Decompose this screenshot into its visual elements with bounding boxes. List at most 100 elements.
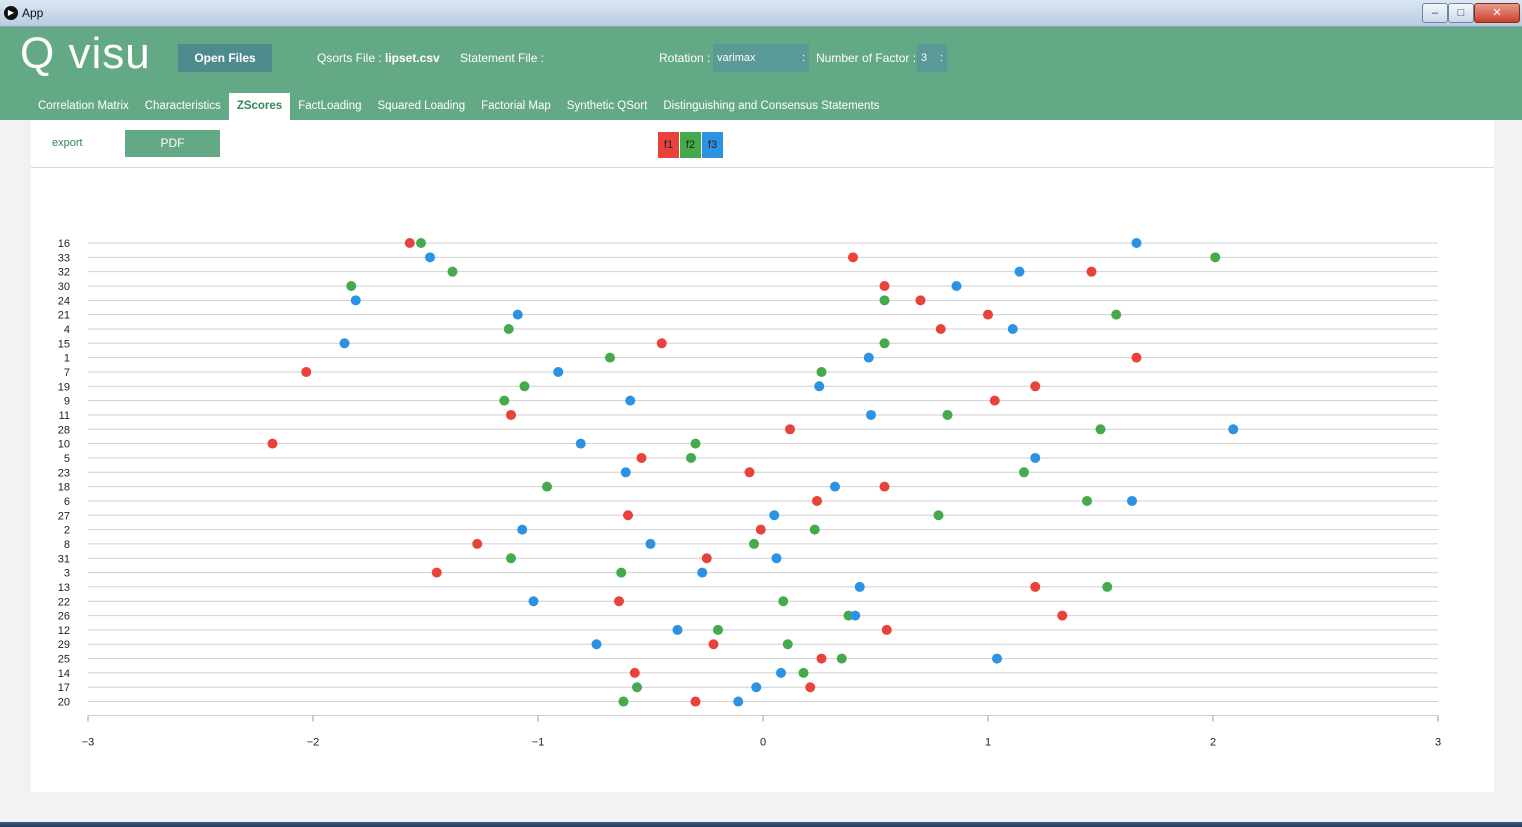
point-f1-10[interactable] bbox=[267, 438, 278, 449]
point-f2-32[interactable] bbox=[447, 266, 458, 277]
point-f2-3[interactable] bbox=[616, 567, 627, 578]
tab-synthetic-qsort[interactable]: Synthetic QSort bbox=[559, 93, 656, 120]
point-f3-23[interactable] bbox=[620, 467, 631, 478]
legend-f1[interactable]: f1 bbox=[658, 132, 679, 158]
point-f3-11[interactable] bbox=[866, 409, 876, 420]
point-f3-6[interactable] bbox=[1127, 495, 1137, 506]
pdf-export-button[interactable]: PDF bbox=[125, 130, 220, 157]
point-f1-3[interactable] bbox=[431, 567, 442, 578]
point-f3-7[interactable] bbox=[553, 366, 564, 377]
point-f1-11[interactable] bbox=[506, 409, 516, 420]
point-f2-20[interactable] bbox=[618, 696, 629, 707]
point-f2-18[interactable] bbox=[542, 481, 552, 492]
point-f2-13[interactable] bbox=[1102, 581, 1113, 592]
point-f1-13[interactable] bbox=[1030, 581, 1041, 592]
point-f2-1[interactable] bbox=[605, 352, 615, 363]
point-f1-24[interactable] bbox=[915, 295, 926, 306]
point-f1-19[interactable] bbox=[1030, 381, 1041, 392]
point-f3-12[interactable] bbox=[672, 624, 683, 635]
point-f2-19[interactable] bbox=[519, 381, 530, 392]
point-f1-29[interactable] bbox=[708, 639, 719, 650]
point-f2-21[interactable] bbox=[1111, 309, 1122, 320]
point-f1-12[interactable] bbox=[881, 624, 892, 635]
point-f3-8[interactable] bbox=[645, 538, 656, 549]
point-f1-25[interactable] bbox=[816, 653, 827, 664]
point-f1-27[interactable] bbox=[623, 510, 633, 521]
point-f3-26[interactable] bbox=[850, 610, 861, 621]
point-f2-27[interactable] bbox=[933, 510, 944, 521]
point-f2-4[interactable] bbox=[503, 323, 514, 334]
point-f1-4[interactable] bbox=[935, 323, 946, 334]
point-f1-17[interactable] bbox=[805, 682, 816, 693]
point-f3-4[interactable] bbox=[1007, 323, 1018, 334]
minimize-button[interactable]: – bbox=[1422, 3, 1448, 23]
point-f1-26[interactable] bbox=[1057, 610, 1068, 621]
point-f1-5[interactable] bbox=[636, 452, 647, 463]
point-f1-30[interactable] bbox=[879, 280, 890, 291]
point-f3-22[interactable] bbox=[528, 596, 539, 607]
legend-f3[interactable]: f3 bbox=[702, 132, 723, 158]
point-f1-2[interactable] bbox=[755, 524, 766, 535]
point-f2-30[interactable] bbox=[346, 280, 357, 291]
point-f1-1[interactable] bbox=[1131, 352, 1142, 363]
point-f3-13[interactable] bbox=[854, 581, 865, 592]
point-f3-31[interactable] bbox=[771, 553, 782, 564]
point-f2-29[interactable] bbox=[782, 639, 793, 650]
open-files-button[interactable]: Open Files bbox=[178, 44, 272, 72]
point-f2-15[interactable] bbox=[879, 338, 890, 349]
point-f1-15[interactable] bbox=[656, 338, 667, 349]
point-f1-18[interactable] bbox=[879, 481, 890, 492]
tab-zscores[interactable]: ZScores bbox=[228, 93, 291, 120]
point-f1-20[interactable] bbox=[690, 696, 701, 707]
point-f3-21[interactable] bbox=[512, 309, 523, 320]
tab-squared-loading[interactable]: Squared Loading bbox=[370, 93, 474, 120]
point-f3-16[interactable] bbox=[1131, 238, 1142, 248]
point-f3-32[interactable] bbox=[1014, 266, 1025, 277]
point-f2-23[interactable] bbox=[1019, 467, 1029, 478]
point-f3-17[interactable] bbox=[751, 682, 762, 693]
point-f2-24[interactable] bbox=[879, 295, 890, 306]
legend-f2[interactable]: f2 bbox=[680, 132, 701, 158]
point-f1-22[interactable] bbox=[614, 596, 624, 607]
point-f3-2[interactable] bbox=[517, 524, 528, 535]
point-f2-11[interactable] bbox=[942, 409, 953, 420]
point-f2-33[interactable] bbox=[1210, 252, 1221, 263]
tab-characteristics[interactable]: Characteristics bbox=[137, 93, 229, 120]
point-f2-10[interactable] bbox=[690, 438, 701, 449]
point-f1-31[interactable] bbox=[701, 553, 712, 564]
point-f1-7[interactable] bbox=[301, 366, 312, 377]
tab-factloading[interactable]: FactLoading bbox=[290, 93, 369, 120]
point-f2-14[interactable] bbox=[798, 667, 809, 678]
point-f2-6[interactable] bbox=[1082, 495, 1092, 506]
point-f1-9[interactable] bbox=[989, 395, 1000, 406]
point-f1-32[interactable] bbox=[1086, 266, 1097, 277]
point-f1-6[interactable] bbox=[812, 495, 822, 506]
point-f3-1[interactable] bbox=[863, 352, 874, 363]
point-f2-16[interactable] bbox=[416, 238, 426, 248]
point-f2-22[interactable] bbox=[778, 596, 789, 607]
point-f2-17[interactable] bbox=[632, 682, 642, 693]
tab-distinguishing-consensus[interactable]: Distinguishing and Consensus Statements bbox=[655, 93, 887, 120]
point-f3-24[interactable] bbox=[350, 295, 361, 306]
point-f1-14[interactable] bbox=[629, 667, 640, 678]
point-f3-33[interactable] bbox=[425, 252, 435, 263]
number-of-factor-select[interactable]: 3 : bbox=[917, 44, 947, 72]
point-f3-18[interactable] bbox=[830, 481, 840, 492]
point-f1-33[interactable] bbox=[848, 252, 858, 263]
point-f3-30[interactable] bbox=[951, 280, 962, 291]
tab-correlation-matrix[interactable]: Correlation Matrix bbox=[30, 93, 137, 120]
point-f3-20[interactable] bbox=[733, 696, 744, 707]
point-f3-9[interactable] bbox=[625, 395, 636, 406]
close-button[interactable]: ✕ bbox=[1474, 3, 1520, 23]
point-f3-10[interactable] bbox=[575, 438, 586, 449]
point-f1-28[interactable] bbox=[785, 424, 795, 435]
point-f3-3[interactable] bbox=[697, 567, 708, 578]
point-f2-12[interactable] bbox=[713, 624, 723, 635]
point-f2-31[interactable] bbox=[506, 553, 516, 564]
point-f2-5[interactable] bbox=[686, 452, 696, 463]
rotation-select[interactable]: varimax : bbox=[713, 44, 809, 72]
point-f2-8[interactable] bbox=[749, 538, 759, 549]
tab-factorial-map[interactable]: Factorial Map bbox=[473, 93, 559, 120]
point-f3-29[interactable] bbox=[591, 639, 602, 650]
point-f1-23[interactable] bbox=[744, 467, 755, 478]
